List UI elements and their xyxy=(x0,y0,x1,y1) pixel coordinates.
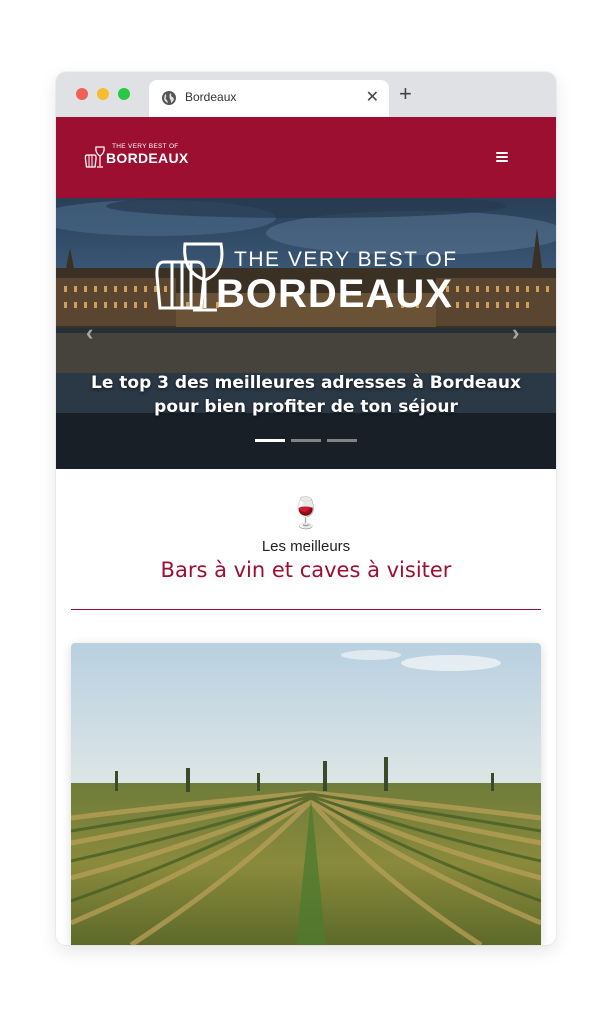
maximize-window-button[interactable] xyxy=(118,88,130,100)
hero-logo-text-big: BORDEAUX xyxy=(216,272,453,316)
carousel-prev-icon[interactable]: ‹ xyxy=(86,320,93,346)
vineyard-image xyxy=(71,643,541,945)
section-title: Bars à vin et caves à visiter xyxy=(160,558,452,582)
hero-background-image xyxy=(56,198,556,469)
close-tab-icon[interactable]: ✕ xyxy=(366,87,379,107)
carousel-indicator-2[interactable] xyxy=(291,439,321,442)
logo-text-small: THE VERY BEST OF xyxy=(112,143,179,150)
hero-carousel: THE VERY BEST OF BORDEAUX Le top 3 des m… xyxy=(56,198,556,469)
carousel-indicator-1[interactable] xyxy=(255,439,285,442)
hamburger-icon[interactable] xyxy=(496,152,508,162)
carousel-next-icon[interactable]: › xyxy=(512,320,519,346)
browser-window: Bordeaux ✕ + THE VERY BEST OF BORDEAUX T… xyxy=(56,72,556,945)
globe-icon xyxy=(162,91,176,105)
new-tab-icon[interactable]: + xyxy=(399,82,412,106)
section-pretitle: Les meilleurs xyxy=(261,538,351,555)
carousel-indicator-3[interactable] xyxy=(327,439,357,442)
browser-tab[interactable]: Bordeaux ✕ xyxy=(149,80,389,117)
wine-glass-icon: 🍷 xyxy=(287,497,325,530)
section-divider xyxy=(71,609,541,610)
hero-logo-text-small: THE VERY BEST OF xyxy=(234,248,458,271)
site-logo[interactable]: THE VERY BEST OF BORDEAUX xyxy=(84,143,194,173)
wine-glass-logo-icon xyxy=(84,146,105,168)
logo-text-big: BORDEAUX xyxy=(106,150,189,166)
minimize-window-button[interactable] xyxy=(97,88,109,100)
carousel-indicators xyxy=(255,439,359,442)
close-window-button[interactable] xyxy=(76,88,88,100)
vineyard-card-image[interactable] xyxy=(71,643,541,945)
browser-toolbar: Bordeaux ✕ + xyxy=(56,72,556,117)
hero-caption: Le top 3 des meilleures adresses à Borde… xyxy=(91,373,521,417)
site-header: THE VERY BEST OF BORDEAUX xyxy=(56,117,556,198)
tab-title: Bordeaux xyxy=(185,90,237,104)
